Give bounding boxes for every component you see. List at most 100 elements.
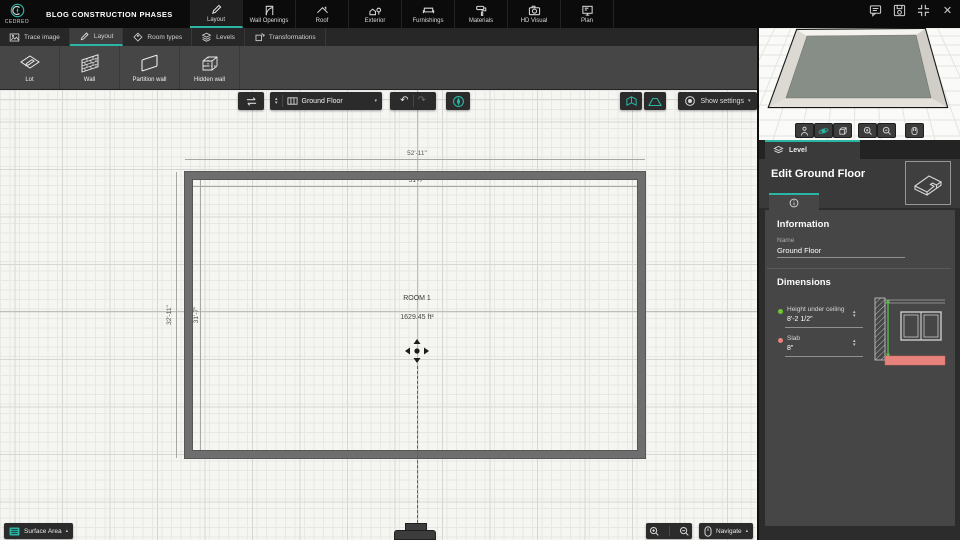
tab-label: HD Visual	[520, 18, 548, 24]
preview-room-floor	[785, 34, 932, 99]
image-icon	[9, 33, 20, 41]
zoom-in-icon[interactable]	[649, 526, 660, 537]
close-button[interactable]: ✕	[939, 2, 956, 18]
tab-room-types[interactable]: Room types	[123, 28, 193, 46]
panel-content: Information Name Ground Floor Dimensions…	[765, 210, 955, 526]
camera-marker[interactable]	[394, 530, 436, 540]
floor-down-icon[interactable]: ▾	[275, 101, 278, 106]
dimension-line-outer-height	[176, 172, 177, 458]
tool-label: Lot	[25, 76, 34, 83]
tab-hd-visual[interactable]: HD Visual	[508, 0, 561, 28]
house-tree-icon	[368, 7, 381, 16]
tool-wall[interactable]: Wall	[60, 46, 120, 89]
preview-zoom-out-button[interactable]	[877, 123, 896, 138]
hand-icon	[911, 126, 918, 135]
tab-furnishings[interactable]: Furnishings	[402, 0, 455, 28]
tab-levels[interactable]: Levels	[192, 28, 245, 46]
tool-hidden-wall[interactable]: Hidden wall	[180, 46, 240, 89]
main-tab-bar: Layout Wall Openings Roof Exterior Furni…	[190, 0, 614, 28]
transform-icon	[255, 32, 265, 41]
feedback-button[interactable]	[867, 2, 884, 18]
tab-wall-openings[interactable]: Wall Openings	[243, 0, 296, 28]
compass-button[interactable]	[446, 92, 470, 110]
navigate-label: Navigate	[716, 527, 742, 535]
tab-trace-image[interactable]: Trace image	[0, 28, 70, 46]
roof-toggle[interactable]	[644, 92, 666, 110]
tab-layout[interactable]: Layout	[190, 0, 243, 28]
tool-label: Hidden wall	[193, 76, 226, 83]
zoom-out-icon[interactable]	[679, 526, 690, 537]
height-field-value[interactable]: 8'-2 1/2"	[787, 316, 813, 323]
sub-tab-label: Transformations	[268, 33, 316, 41]
panel-tab-row: Level	[759, 140, 960, 159]
show-settings-button[interactable]: Show settings ▾	[678, 92, 757, 110]
height-field-underline	[785, 327, 863, 328]
walls-3d-toggle[interactable]	[620, 92, 642, 110]
tab-label: Layout	[206, 17, 225, 23]
slab-shape-button[interactable]	[905, 161, 951, 205]
sub-tab-label: Levels	[216, 33, 235, 41]
tab-transformations[interactable]: Transformations	[245, 28, 326, 46]
undo-button[interactable]: ↶	[400, 96, 408, 106]
panel-tab-label: Level	[789, 147, 807, 154]
surface-area-label: Surface Area	[24, 527, 62, 535]
preview-axon-view-button[interactable]	[833, 123, 852, 138]
redo-button[interactable]: ↷	[418, 96, 426, 106]
slab-indicator	[884, 355, 946, 366]
slab-status-dot	[778, 338, 783, 343]
height-down-icon[interactable]: ▾	[853, 314, 856, 319]
tab-exterior[interactable]: Exterior	[349, 0, 402, 28]
preview-3d-viewport[interactable]	[757, 18, 960, 140]
tab-plan[interactable]: Plan	[561, 0, 614, 28]
floor-icon	[286, 97, 298, 105]
pencil-icon	[211, 4, 221, 14]
fit-screen-icon	[917, 4, 930, 16]
close-icon: ✕	[942, 4, 953, 17]
tab-layout-sub[interactable]: Layout	[69, 28, 124, 46]
navigate-button[interactable]: Navigate ▴	[699, 523, 754, 539]
tool-lot[interactable]: Lot	[0, 46, 60, 89]
brick-wall-icon	[81, 53, 98, 73]
tab-level[interactable]: Level	[765, 140, 860, 159]
name-field-value[interactable]: Ground Floor	[777, 246, 821, 255]
sub-tab-label: Room types	[147, 33, 183, 41]
floor-plan-canvas[interactable]: 52'-11" 51'-7" 32'-11" 31'-7" ROOM 1 162…	[0, 90, 757, 540]
floor-stepper[interactable]: ▴ ▾	[275, 97, 278, 106]
dimension-outer-width: 52'-11"	[407, 150, 427, 157]
compass-icon	[452, 95, 464, 107]
zoom-in-icon	[863, 126, 872, 135]
tab-label: Plan	[580, 18, 593, 24]
walls-3d-icon	[625, 96, 637, 106]
slab-field-value[interactable]: 8"	[787, 345, 793, 352]
sync-plan-button[interactable]	[238, 92, 264, 110]
preview-orbit-view-button[interactable]	[814, 123, 833, 138]
chevron-up-icon: ▴	[65, 528, 69, 534]
hidden-wall-icon	[202, 56, 217, 70]
tab-information[interactable]	[769, 193, 819, 210]
pencil-icon	[80, 31, 89, 40]
slab-down-icon[interactable]: ▾	[853, 343, 856, 348]
tool-label: Partition wall	[132, 76, 167, 83]
floor-selector[interactable]: ▴ ▾ Ground Floor ▾	[270, 92, 382, 110]
height-stepper[interactable]: ▴ ▾	[853, 310, 856, 319]
camera-icon	[528, 5, 540, 16]
move-cursor[interactable]	[402, 336, 432, 366]
preview-person-view-button[interactable]	[795, 123, 814, 138]
name-field-underline	[777, 257, 905, 258]
list-icon	[9, 526, 20, 536]
surface-area-button[interactable]: Surface Area ▴	[4, 523, 74, 539]
slab-stepper[interactable]: ▴ ▾	[853, 339, 856, 348]
preview-zoom-in-button[interactable]	[858, 123, 877, 138]
chevron-up-icon: ▴	[745, 528, 749, 534]
cedreo-logo[interactable]: CEDREO	[0, 0, 34, 28]
height-status-dot	[778, 309, 783, 314]
window-controls: ✕	[867, 2, 956, 18]
tool-partition-wall[interactable]: Partition wall	[120, 46, 180, 89]
preview-pan-button[interactable]	[905, 123, 924, 138]
fit-screen-button[interactable]	[915, 2, 932, 18]
tab-roof[interactable]: Roof	[296, 0, 349, 28]
tab-materials[interactable]: Materials	[455, 0, 508, 28]
room-label: ROOM 1	[403, 295, 431, 302]
camera-link-line	[417, 366, 418, 523]
save-button[interactable]	[891, 2, 908, 18]
